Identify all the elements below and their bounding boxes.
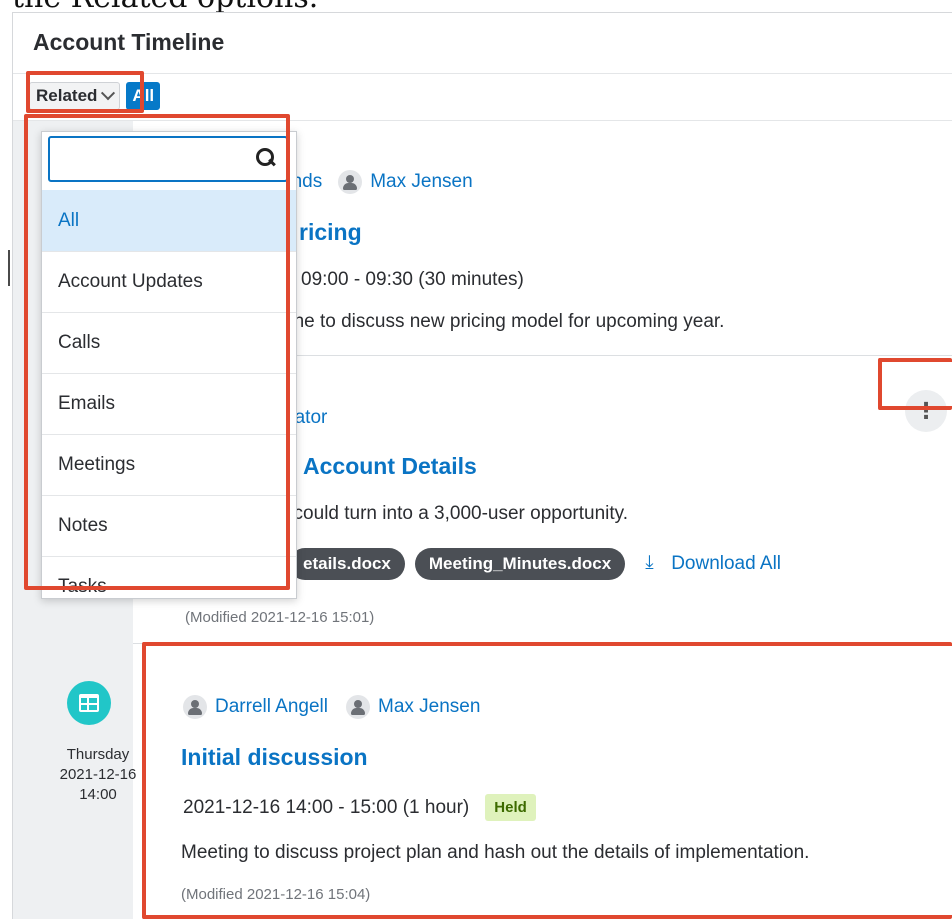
entry3-day: Thursday bbox=[66, 746, 130, 763]
entry2-title-link[interactable]: Account Details bbox=[303, 453, 477, 480]
entry1-participants: ends Max Jensen bbox=[281, 170, 473, 194]
attachments-row: etails.docx Meeting_Minutes.docx Downloa… bbox=[289, 548, 781, 580]
user-icon bbox=[338, 170, 363, 194]
entry3-time-of-day: 14:00 bbox=[79, 786, 117, 803]
participant-link[interactable]: Max Jensen bbox=[338, 170, 473, 194]
attachment-chip[interactable]: etails.docx bbox=[289, 548, 405, 580]
entry3-date: 2021-12-16 bbox=[59, 766, 137, 783]
attachment-chip[interactable]: Meeting_Minutes.docx bbox=[414, 548, 626, 580]
annotation-box-entry bbox=[142, 642, 952, 919]
entry1-title-link[interactable]: ricing bbox=[299, 219, 362, 246]
annotation-box-kebab bbox=[878, 358, 952, 410]
download-icon bbox=[645, 551, 661, 573]
entry1-time: 09:00 - 09:30 (30 minutes) bbox=[301, 269, 524, 290]
download-all-link[interactable]: Download All bbox=[645, 551, 781, 575]
annotation-box-related-button bbox=[26, 71, 144, 113]
dashlet-title: Account Timeline bbox=[33, 29, 225, 55]
left-margin bbox=[0, 0, 12, 919]
header-divider bbox=[13, 73, 952, 74]
entry2-modified: (Modified 2021-12-16 15:01) bbox=[185, 609, 375, 626]
entry1-description: une to discuss new pricing model for upc… bbox=[283, 311, 725, 332]
calendar-icon bbox=[67, 681, 111, 725]
side-divider bbox=[8, 250, 10, 286]
annotation-box-dropdown bbox=[24, 114, 290, 590]
entry3-date-block: Thursday 2021-12-16 14:00 bbox=[53, 745, 143, 805]
entry2-description: t could turn into a 3,000-user opportuni… bbox=[283, 503, 629, 524]
